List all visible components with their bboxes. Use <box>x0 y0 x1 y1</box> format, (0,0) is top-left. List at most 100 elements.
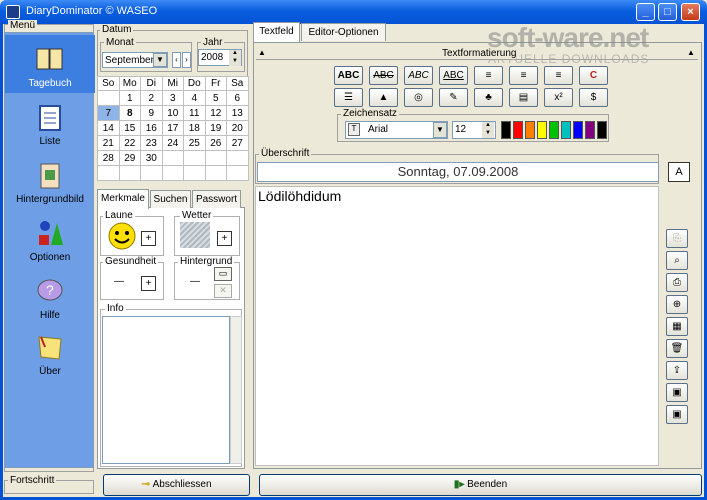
trash-icon[interactable]: 🗑 <box>666 339 688 358</box>
minimize-button[interactable]: _ <box>636 3 655 21</box>
find-button[interactable]: ♣ <box>474 88 503 107</box>
export-icon[interactable]: ⇪ <box>666 361 688 380</box>
strikethrough-button[interactable]: ABC <box>369 66 398 85</box>
heading-field[interactable]: Sonntag, 07.09.2008 <box>257 162 659 182</box>
underline-button[interactable]: ABC <box>439 66 468 85</box>
color-swatch[interactable] <box>585 121 595 139</box>
maximize-button[interactable]: □ <box>658 3 677 21</box>
wetter-plus-button[interactable]: + <box>217 231 232 246</box>
calendar-day[interactable]: 10 <box>161 105 184 121</box>
close-button[interactable]: × <box>681 3 700 21</box>
calendar-day[interactable]: 6 <box>226 90 249 106</box>
color-swatch[interactable] <box>525 121 535 139</box>
print-icon[interactable]: ⎙ <box>666 273 688 292</box>
insert-image-button[interactable]: ✎ <box>439 88 468 107</box>
calendar-day[interactable]: 12 <box>204 105 227 121</box>
tab-merkmale[interactable]: Merkmale <box>97 189 149 209</box>
sidebar-item-ueber[interactable]: Über <box>5 333 95 389</box>
calendar-day[interactable]: 18 <box>183 120 206 136</box>
calendar-day[interactable]: 13 <box>226 105 249 121</box>
italic-button[interactable]: ABC <box>404 66 433 85</box>
calendar-day[interactable]: 7 <box>97 105 120 121</box>
sidebar-item-liste[interactable]: Liste <box>5 99 95 155</box>
tab-passwort[interactable]: Passwort <box>192 190 241 208</box>
collapse-up-icon[interactable]: ▲ <box>258 48 266 57</box>
chevron-down-icon[interactable]: ▼ <box>153 53 167 67</box>
calendar-day[interactable]: 22 <box>118 135 141 151</box>
tab-editor-optionen[interactable]: Editor-Optionen <box>301 23 386 41</box>
calendar-day[interactable]: 30 <box>140 150 163 166</box>
calendar-day[interactable]: 16 <box>140 120 163 136</box>
calendar-day[interactable]: 2 <box>140 90 163 106</box>
size-up-button[interactable]: ▲ <box>482 122 494 130</box>
heading-font-button[interactable]: A <box>668 162 690 182</box>
year-up-button[interactable]: ▲ <box>229 50 241 58</box>
bullet-list-button[interactable]: ☰ <box>334 88 363 107</box>
sidebar-item-tagebuch[interactable]: Tagebuch <box>5 35 95 93</box>
superscript-button[interactable]: x² <box>544 88 573 107</box>
calendar-day[interactable]: 14 <box>97 120 120 136</box>
year-down-button[interactable]: ▼ <box>229 58 241 66</box>
calendar-day[interactable]: 4 <box>183 90 206 106</box>
align-left-button[interactable]: ≡ <box>474 66 503 85</box>
tab-textfeld[interactable]: Textfeld <box>253 22 300 42</box>
calendar-day[interactable]: 27 <box>226 135 249 151</box>
align-center-button[interactable]: ≡ <box>509 66 538 85</box>
calendar-day[interactable]: 1 <box>118 90 141 106</box>
sidebar-item-hintergrundbild[interactable]: Hintergrundbild <box>5 159 95 215</box>
color-button[interactable]: C <box>579 66 608 85</box>
exit-button[interactable]: ▮▸ Beenden <box>259 474 702 496</box>
table-button[interactable]: ▤ <box>509 88 538 107</box>
calendar-day[interactable]: 23 <box>140 135 163 151</box>
calendar-day[interactable]: 17 <box>161 120 184 136</box>
calendar-day[interactable]: 11 <box>183 105 206 121</box>
sidebar-item-hilfe[interactable]: ? Hilfe <box>5 277 95 333</box>
color-swatch[interactable] <box>561 121 571 139</box>
folder-open-icon[interactable]: ▭ <box>214 267 232 281</box>
currency-button[interactable]: $ <box>579 88 608 107</box>
editor-textarea[interactable]: Lödilöhdidum <box>255 186 659 466</box>
prev-month-button[interactable]: ‹ <box>172 52 181 68</box>
calendar-day[interactable]: 28 <box>97 150 120 166</box>
tab-suchen[interactable]: Suchen <box>150 190 191 208</box>
calendar-day[interactable]: 26 <box>204 135 227 151</box>
color-swatch[interactable] <box>573 121 583 139</box>
sidebar-item-optionen[interactable]: Optionen <box>5 219 95 275</box>
chevron-down-icon[interactable]: ▼ <box>433 122 447 138</box>
info-textarea[interactable] <box>102 316 230 464</box>
calendar-day[interactable]: 24 <box>161 135 184 151</box>
calendar-day[interactable]: 20 <box>226 120 249 136</box>
copy-icon[interactable]: ⎘ <box>666 229 688 248</box>
collapse-up-icon-right[interactable]: ▲ <box>687 48 695 57</box>
emoji-button[interactable]: ◎ <box>404 88 433 107</box>
grid-icon[interactable]: ▦ <box>666 317 688 336</box>
size-down-button[interactable]: ▼ <box>482 130 494 138</box>
color-swatch[interactable] <box>537 121 547 139</box>
laune-plus-button[interactable]: + <box>141 231 156 246</box>
color-swatch[interactable] <box>501 121 511 139</box>
calendar-day[interactable]: 21 <box>97 135 120 151</box>
align-right-button[interactable]: ≡ <box>544 66 573 85</box>
calendar-day[interactable]: 8 <box>118 105 141 121</box>
color-swatch[interactable] <box>549 121 559 139</box>
color-swatch[interactable] <box>513 121 523 139</box>
calendar-day[interactable]: 3 <box>161 90 184 106</box>
save-red-icon[interactable]: ▣ <box>666 383 688 402</box>
next-month-button[interactable]: › <box>182 52 191 68</box>
color-swatch[interactable] <box>597 121 607 139</box>
info-scrollbar[interactable] <box>230 316 242 464</box>
clear-background-button[interactable]: ✕ <box>214 284 232 298</box>
lock-button[interactable]: ⊸ Abschliessen <box>103 474 250 496</box>
calendar-day[interactable]: 9 <box>140 105 163 121</box>
calendar-day[interactable]: 15 <box>118 120 141 136</box>
search-doc-icon[interactable]: ⌕ <box>666 251 688 270</box>
gesundheit-plus-button[interactable]: + <box>141 276 156 291</box>
zoom-icon[interactable]: ⊕ <box>666 295 688 314</box>
calendar-day[interactable]: 25 <box>183 135 206 151</box>
calendar-day[interactable]: 29 <box>118 150 141 166</box>
calendar-day[interactable]: 5 <box>204 90 227 106</box>
save-icon[interactable]: ▣ <box>666 405 688 424</box>
bold-button[interactable]: ABC <box>334 66 363 85</box>
calendar-day[interactable]: 19 <box>204 120 227 136</box>
gradient-button[interactable]: ▲ <box>369 88 398 107</box>
